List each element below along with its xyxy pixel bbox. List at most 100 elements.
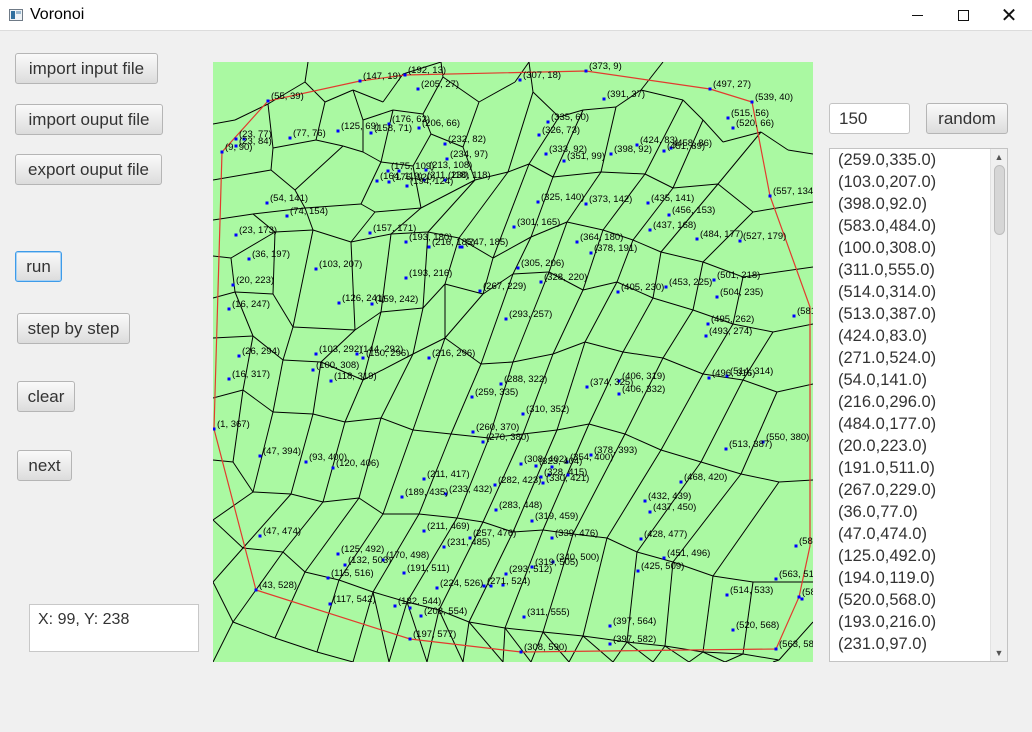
import-input-file-button[interactable]: import input file (15, 53, 158, 84)
site-label: (147, 19) (363, 71, 401, 82)
site-point (403, 73, 407, 77)
site-point (336, 129, 340, 133)
site-point (247, 257, 251, 261)
voronoi-edge (682, 99, 704, 121)
site-label: (520, 66) (736, 118, 774, 129)
run-button[interactable]: run (15, 251, 62, 282)
point-list-item[interactable]: (583.0,484.0) (830, 215, 991, 237)
point-list-item[interactable]: (484.0,177.0) (830, 413, 991, 435)
voronoi-edge (290, 493, 324, 503)
point-list-item[interactable]: (424.0,83.0) (830, 325, 991, 347)
point-list-item[interactable]: (194.0,119.0) (830, 567, 991, 589)
list-scrollbar[interactable]: ▲ ▼ (990, 149, 1007, 661)
site-label: (514, 533) (730, 585, 773, 596)
point-list-item[interactable]: (513.0,387.0) (830, 303, 991, 325)
site-point (768, 194, 772, 198)
point-list-item[interactable]: (103.0,207.0) (830, 171, 991, 193)
voronoi-edge (312, 413, 346, 423)
voronoi-edge (272, 411, 314, 415)
close-button[interactable]: ✕ (986, 0, 1032, 31)
point-list-item[interactable]: (47.0,474.0) (830, 523, 991, 545)
point-list-item[interactable]: (398.0,92.0) (830, 193, 991, 215)
site-point (646, 201, 650, 205)
voronoi-edge (772, 323, 813, 333)
clear-button[interactable]: clear (17, 381, 75, 412)
voronoi-edge (292, 229, 314, 328)
site-point (478, 289, 482, 293)
voronoi-edge (270, 169, 296, 191)
point-list[interactable]: (259.0,335.0) (103.0,207.0) (398.0,92.0) (5… (829, 148, 1008, 662)
voronoi-edge (272, 139, 317, 149)
voronoi-canvas[interactable]: (147, 19) (192, 13) (205, 27) (307, 18) (373… (213, 62, 813, 662)
site-label: (189, 435) (405, 487, 448, 498)
site-label: (193, 216) (409, 268, 452, 279)
site-point (343, 563, 347, 567)
voronoi-edge (542, 631, 584, 637)
scroll-up-icon[interactable]: ▲ (991, 149, 1007, 165)
scroll-down-icon[interactable]: ▼ (991, 645, 1007, 661)
voronoi-edge (352, 89, 384, 103)
voronoi-diagram: (147, 19) (192, 13) (205, 27) (307, 18) (373… (213, 62, 813, 662)
voronoi-edge (512, 529, 544, 533)
next-button[interactable]: next (17, 450, 72, 481)
point-list-item[interactable]: (259.0,335.0) (830, 149, 991, 171)
point-list-item[interactable]: (54.0,141.0) (830, 369, 991, 391)
voronoi-edge (664, 561, 674, 647)
voronoi-edge (507, 91, 534, 173)
point-list-item[interactable]: (193.0,216.0) (830, 611, 991, 633)
site-point (393, 604, 397, 608)
site-label: (208, 554) (424, 606, 467, 617)
voronoi-edge (660, 251, 704, 263)
site-label: (288, 322) (504, 374, 547, 385)
random-count-input[interactable] (829, 103, 910, 134)
point-list-item[interactable]: (271.0,524.0) (830, 347, 991, 369)
site-point (358, 79, 362, 83)
site-label: (132, 503) (348, 555, 391, 566)
point-list-item[interactable]: (520.0,568.0) (830, 589, 991, 611)
site-point (667, 213, 671, 217)
scroll-thumb[interactable] (994, 165, 1005, 235)
point-list-item[interactable]: (267.0,229.0) (830, 479, 991, 501)
maximize-button[interactable] (940, 0, 986, 31)
random-button[interactable]: random (926, 103, 1008, 134)
minimize-button[interactable] (894, 0, 940, 31)
voronoi-edge (624, 357, 664, 435)
voronoi-edge (272, 293, 294, 328)
site-point (521, 412, 525, 416)
voronoi-edge (358, 497, 384, 515)
site-label: (484, 177) (700, 229, 743, 240)
point-list-item[interactable]: (216.0,296.0) (830, 391, 991, 413)
site-point (375, 179, 379, 183)
point-list-item[interactable]: (311.0,555.0) (830, 259, 991, 281)
site-label: (192, 13) (408, 65, 446, 76)
site-label: (301, 165) (517, 217, 560, 228)
site-label: (406, 319) (622, 371, 665, 382)
export-output-file-button[interactable]: export ouput file (15, 154, 162, 185)
site-label: (77, 76) (293, 128, 326, 139)
site-point (258, 534, 262, 538)
point-list-item[interactable]: (231.0,97.0) (830, 633, 991, 655)
step-by-step-button[interactable]: step by step (17, 313, 130, 344)
voronoi-edge (294, 145, 344, 191)
voronoi-edge (644, 173, 674, 189)
point-list-item[interactable]: (514.0,314.0) (830, 281, 991, 303)
point-list-item[interactable]: (100.0,308.0) (830, 237, 991, 259)
site-point (562, 159, 566, 163)
point-list-item[interactable]: (125.0,492.0) (830, 545, 991, 567)
point-list-item[interactable]: (191.0,511.0) (830, 457, 991, 479)
site-point (616, 290, 620, 294)
site-point (662, 556, 666, 560)
site-label: (391, 37) (607, 89, 645, 100)
site-label: (468, 420) (684, 472, 727, 483)
voronoi-edge (444, 283, 484, 295)
voronoi-edge (213, 213, 254, 221)
point-list-item[interactable]: (20.0,223.0) (830, 435, 991, 457)
point-list-item[interactable]: (36.0,77.0) (830, 501, 991, 523)
site-label: (231, 485) (447, 537, 490, 548)
site-point (519, 462, 523, 466)
voronoi-edge (626, 641, 654, 662)
import-output-file-button[interactable]: import ouput file (15, 104, 163, 135)
voronoi-edge (292, 326, 356, 331)
site-point (234, 137, 238, 141)
voronoi-edge (213, 491, 254, 521)
